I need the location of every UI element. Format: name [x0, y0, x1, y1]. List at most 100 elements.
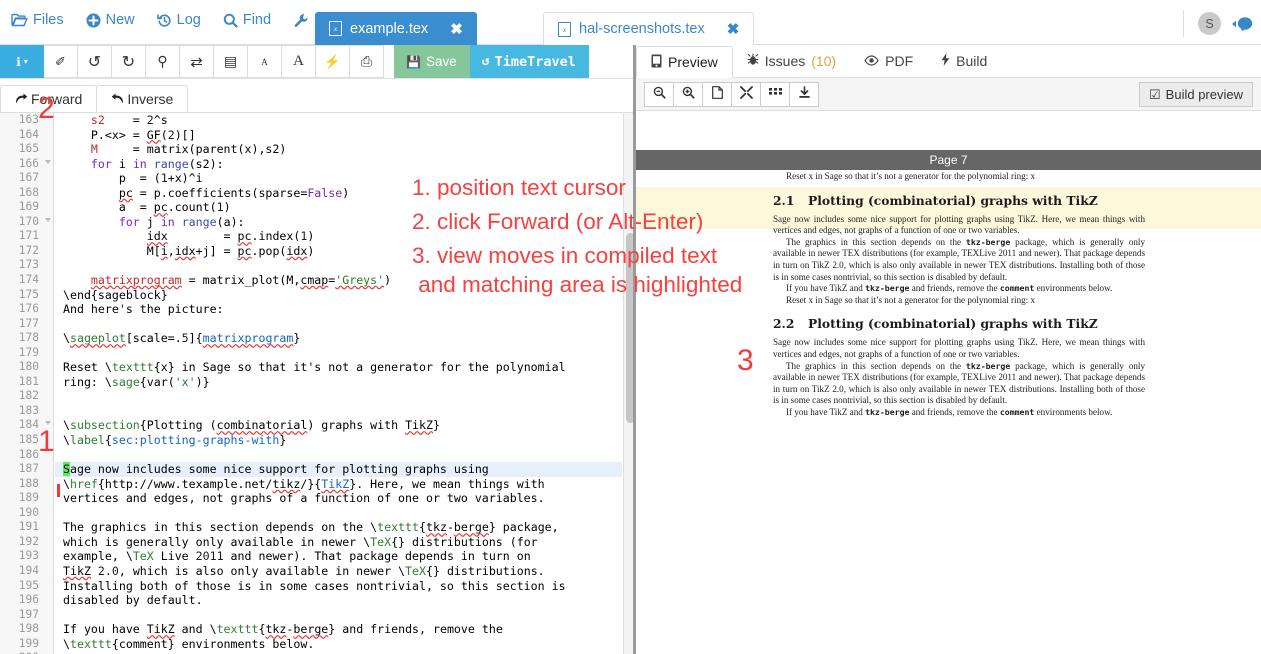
close-icon[interactable]: ✖: [450, 20, 463, 38]
code-line[interactable]: which is generally only available in new…: [63, 535, 622, 550]
code-line[interactable]: M[i,idx+j] = pc.pop(idx): [63, 244, 622, 259]
search-button[interactable]: ⚲: [146, 45, 180, 78]
history-icon: [157, 13, 172, 28]
pdf-page-view[interactable]: Reset x in Sage so that it’s not a gener…: [636, 170, 1261, 654]
code-line[interactable]: And here's the picture:: [63, 302, 622, 317]
code-line[interactable]: \texttt{comment} environments below.: [63, 637, 622, 652]
code-line[interactable]: \end{sageblock}: [63, 288, 622, 303]
pdf-code: tkz-berge: [966, 361, 1010, 371]
chat-bubble-icon[interactable]: [1230, 16, 1253, 32]
fold-arrow-icon[interactable]: [45, 218, 51, 222]
avatar[interactable]: S: [1198, 12, 1221, 35]
decrease-font-button[interactable]: A: [248, 45, 282, 78]
inverse-sync-button[interactable]: Inverse: [96, 85, 188, 112]
fold-arrow-icon[interactable]: [45, 160, 51, 164]
file-tab-example-tex[interactable]: x example.tex ✖: [315, 12, 477, 45]
autoformat-button[interactable]: ⚡: [316, 45, 350, 78]
fit-width-button[interactable]: [731, 82, 761, 107]
format-wand-button[interactable]: ✐: [44, 45, 78, 78]
tab-build[interactable]: Build: [927, 45, 1001, 77]
code-line[interactable]: Sage now includes some nice support for …: [55, 462, 622, 477]
code-line[interactable]: [63, 317, 622, 332]
nav-new[interactable]: New: [75, 12, 146, 28]
application-window: Files New Log Find Settings x example.te…: [0, 0, 1261, 654]
code-line[interactable]: [63, 258, 622, 273]
download-button[interactable]: [789, 82, 819, 107]
code-line[interactable]: [63, 608, 622, 623]
code-line[interactable]: \subsection{Plotting (combinatorial) gra…: [63, 418, 622, 433]
build-preview-toggle[interactable]: ☑ Build preview: [1139, 82, 1253, 107]
account-area: S: [1183, 10, 1253, 37]
code-line[interactable]: [63, 404, 622, 419]
code-line[interactable]: ring: \sage{var('x')}: [63, 375, 622, 390]
timetravel-button[interactable]: ↺ TimeTravel: [470, 45, 589, 78]
tab-issues[interactable]: Issues (10): [733, 45, 850, 77]
bolt-icon: [941, 53, 950, 69]
code-line[interactable]: [63, 448, 622, 463]
code-line[interactable]: s2 = 2^s: [63, 113, 622, 128]
increase-font-button[interactable]: A: [282, 45, 316, 78]
code-line[interactable]: [63, 346, 622, 361]
save-button[interactable]: 💾 Save: [394, 45, 470, 78]
code-line[interactable]: disabled by default.: [63, 593, 622, 608]
thumbnails-button[interactable]: [760, 82, 790, 107]
pdf-code: tkz-berge: [966, 237, 1010, 247]
line-number: 170: [0, 215, 53, 230]
tab-preview[interactable]: Preview: [636, 46, 733, 78]
zoom-out-button[interactable]: [644, 82, 674, 107]
download-icon: [798, 86, 811, 102]
split-view-button[interactable]: ▤: [214, 45, 248, 78]
code-line[interactable]: p = (1+x)^i: [63, 171, 622, 186]
marker-3: 3: [737, 346, 754, 376]
nav-find[interactable]: Find: [212, 12, 282, 28]
line-number: 166: [0, 157, 53, 172]
nav-new-label: New: [106, 12, 135, 28]
line-number: 190: [0, 506, 53, 521]
replace-icon: ⇄: [190, 53, 203, 71]
code-line[interactable]: TikZ 2.0, which is also only available i…: [63, 564, 622, 579]
nav-files-label: Files: [33, 12, 64, 28]
tex-file-icon: x: [329, 21, 342, 36]
undo-button[interactable]: ↺: [78, 45, 112, 78]
fit-page-button[interactable]: [702, 82, 732, 107]
replace-button[interactable]: ⇄: [180, 45, 214, 78]
code-line[interactable]: \href{http://www.texample.net/tikz/}{Tik…: [63, 477, 622, 492]
code-editor[interactable]: 1631641651661671681691701711721731741751…: [0, 113, 636, 654]
preview-tabs: Preview Issues (10) PDF Build: [636, 45, 1261, 78]
code-line[interactable]: idx = pc.index(1): [63, 229, 622, 244]
file-tab-hal-screenshots-tex[interactable]: x hal-screenshots.tex ✖: [543, 12, 754, 45]
pdf-text: The graphics in this section depends on …: [786, 361, 966, 371]
code-line[interactable]: \label{sec:plotting-graphs-with}: [63, 433, 622, 448]
zoom-in-button[interactable]: [673, 82, 703, 107]
redo-button[interactable]: ↻: [112, 45, 146, 78]
code-content[interactable]: s2 = 2^s P.<x> = GF(2)[] M = matrix(pare…: [55, 113, 622, 654]
code-line[interactable]: example, \TeX Live 2011 and newer). That…: [63, 549, 622, 564]
close-icon[interactable]: ✖: [727, 20, 740, 38]
info-dropdown-button[interactable]: ℹ ▾: [0, 45, 44, 78]
code-line[interactable]: for i in range(s2):: [63, 157, 622, 172]
code-line[interactable]: If you have TikZ and \texttt{tkz-berge} …: [63, 622, 622, 637]
code-line[interactable]: The graphics in this section depends on …: [63, 520, 622, 535]
tab-pdf[interactable]: PDF: [850, 45, 927, 77]
code-line[interactable]: [63, 506, 622, 521]
code-line[interactable]: \sageplot[scale=.5]{matrixprogram}: [63, 331, 622, 346]
code-line[interactable]: [63, 389, 622, 404]
code-line[interactable]: vertices and edges, not graphs of a func…: [63, 491, 622, 506]
line-number: 173: [0, 258, 53, 273]
code-line[interactable]: matrixprogram = matrix_plot(M,cmap='Grey…: [63, 273, 622, 288]
pdf-paragraph: Sage now includes some nice support for …: [773, 214, 1145, 237]
code-line[interactable]: P.<x> = GF(2)[]: [63, 128, 622, 143]
arrow-forward-icon: [15, 91, 28, 107]
issues-count: (10): [811, 53, 836, 69]
code-line[interactable]: pc = p.coefficients(sparse=False): [63, 186, 622, 201]
code-line[interactable]: Reset \texttt{x} in Sage so that it's no…: [63, 360, 622, 375]
nav-log[interactable]: Log: [146, 12, 212, 28]
code-line[interactable]: M = matrix(parent(x),s2): [63, 142, 622, 157]
code-line[interactable]: a = pc.count(1): [63, 200, 622, 215]
code-line[interactable]: Installing both of those is in some case…: [63, 579, 622, 594]
code-line[interactable]: for j in range(a):: [63, 215, 622, 230]
line-number: 187: [0, 462, 53, 477]
nav-files[interactable]: Files: [0, 12, 75, 28]
pdf-code: tkz-berge: [865, 407, 909, 417]
print-button[interactable]: ⎙: [350, 45, 384, 78]
